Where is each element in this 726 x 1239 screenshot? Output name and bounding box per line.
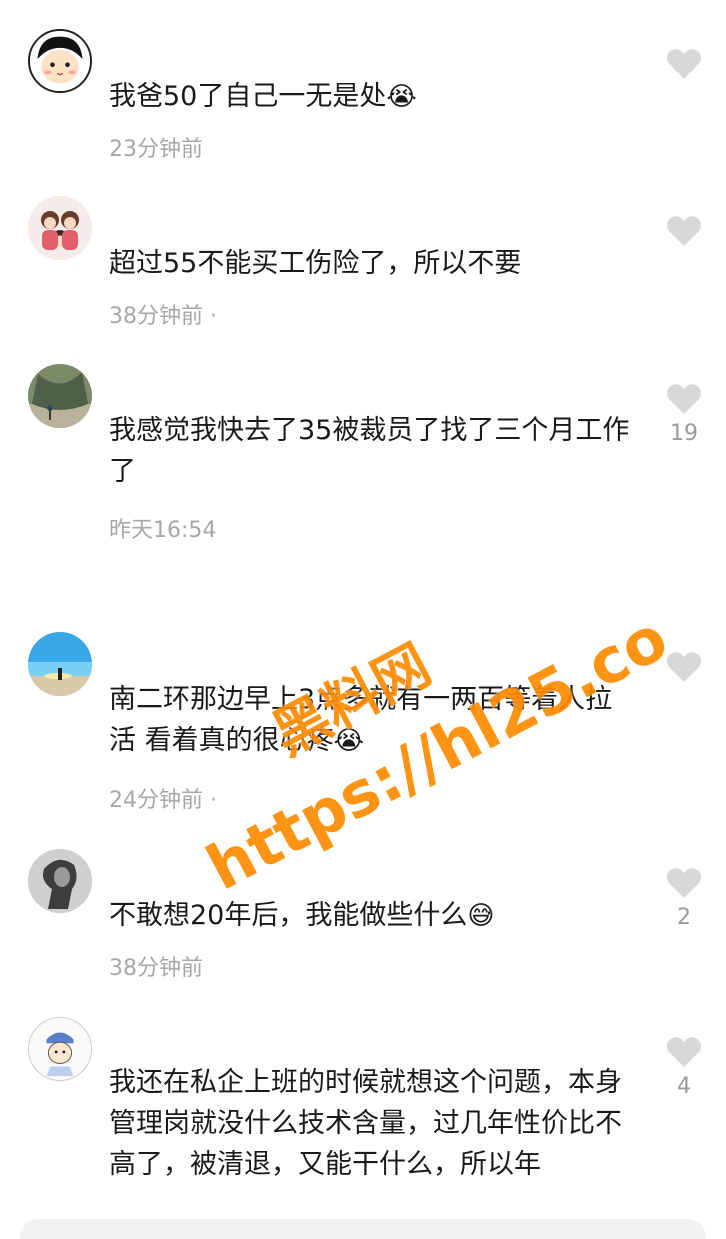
comment-time: 38分钟前 · (109, 304, 217, 329)
user-avatar[interactable] (28, 364, 92, 428)
like-button[interactable] (660, 214, 708, 253)
heart-icon (666, 1037, 702, 1067)
like-count: 4 (677, 1074, 691, 1099)
like-button[interactable]: 4 (660, 1035, 708, 1099)
user-avatar[interactable] (28, 632, 92, 696)
comment-text: 我感觉我快去了35被裁员了找了三个月工作了 (109, 415, 630, 487)
crying-emoji-icon: 😭 (333, 726, 364, 756)
like-button[interactable]: 2 (660, 866, 708, 930)
comment-input-bar[interactable] (20, 1219, 706, 1239)
comment-text: 我爸50了自己一无是处😭 (109, 81, 417, 112)
heart-icon (666, 49, 702, 79)
user-avatar[interactable] (28, 1017, 92, 1081)
like-button[interactable]: 19 (660, 382, 708, 446)
heart-icon (666, 868, 702, 898)
comment-time: 23分钟前 (109, 137, 203, 162)
comment-time: 昨天16:54 (109, 518, 217, 543)
user-avatar[interactable] (28, 849, 92, 913)
heart-icon (666, 384, 702, 414)
sweat-smile-emoji-icon: 😅 (467, 901, 495, 931)
like-button[interactable] (660, 47, 708, 86)
comment-text: 超过55不能买工伤险了，所以不要 (109, 248, 522, 279)
comment-time: 24分钟前 · (109, 788, 217, 813)
comment-time: 38分钟前 (109, 956, 203, 981)
crying-emoji-icon: 😭 (386, 82, 417, 112)
like-count: 19 (670, 421, 698, 446)
user-avatar[interactable] (28, 29, 92, 93)
heart-icon (666, 652, 702, 682)
heart-icon (666, 216, 702, 246)
comment-text: 南二环那边早上3点多就有一两百等着人拉活 看着真的很心疼😭 (109, 684, 613, 756)
like-button[interactable] (660, 650, 708, 689)
like-count: 2 (677, 905, 691, 930)
user-avatar[interactable] (28, 196, 92, 260)
comment-text: 我还在私企上班的时候就想这个问题，本身管理岗就没什么技术含量，过几年性价比不高了… (109, 1067, 622, 1180)
comment-text: 不敢想20年后，我能做些什么😅 (109, 900, 495, 931)
